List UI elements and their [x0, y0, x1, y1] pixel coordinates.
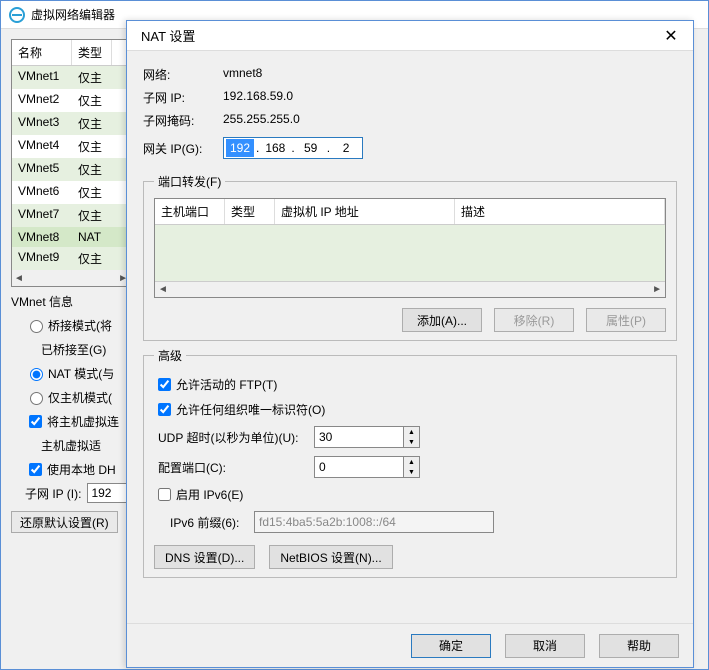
- check-ipv6-label: 启用 IPv6(E): [176, 486, 243, 503]
- check-active-ftp[interactable]: [158, 378, 171, 391]
- udp-timeout-input[interactable]: [314, 426, 404, 448]
- cancel-button[interactable]: 取消: [505, 634, 585, 658]
- gateway-oct-4[interactable]: [332, 139, 360, 157]
- port-forwarding-legend: 端口转发(F): [154, 173, 225, 190]
- scroll-right-icon[interactable]: ►: [652, 284, 662, 295]
- table-row[interactable]: VMnet5仅主: [12, 158, 130, 181]
- bridged-to-label: 已桥接至(G): [41, 341, 106, 358]
- port-forwarding-body[interactable]: [155, 225, 665, 283]
- port-forwarding-table[interactable]: 主机端口 类型 虚拟机 IP 地址 描述 ◄ ►: [154, 198, 666, 298]
- network-label: 网络:: [143, 66, 223, 83]
- dialog-titlebar: NAT 设置 ✕: [127, 21, 693, 51]
- col-name[interactable]: 名称: [12, 40, 72, 65]
- parent-title: 虚拟网络编辑器: [31, 6, 115, 23]
- ipv6-prefix-input[interactable]: [254, 511, 494, 533]
- vmnet-table-hscroll[interactable]: ◄ ►: [12, 270, 130, 286]
- help-button[interactable]: 帮助: [599, 634, 679, 658]
- config-port-label: 配置端口(C):: [154, 459, 314, 476]
- subnet-mask-value: 255.255.255.0: [223, 112, 300, 129]
- advanced-group: 高级 允许活动的 FTP(T) 允许任何组织唯一标识符(O) UDP 超时(以秒…: [143, 347, 677, 578]
- dialog-title: NAT 设置: [141, 26, 195, 45]
- table-row[interactable]: VMnet3仅主: [12, 112, 130, 135]
- network-value: vmnet8: [223, 66, 262, 83]
- col-type[interactable]: 类型: [72, 40, 112, 65]
- table-row[interactable]: VMnet8NAT: [12, 227, 130, 247]
- close-icon[interactable]: ✕: [659, 24, 683, 48]
- pf-add-button[interactable]: 添加(A)...: [402, 308, 482, 332]
- spin-down-icon[interactable]: ▼: [404, 437, 419, 447]
- nat-settings-dialog: NAT 设置 ✕ 网络:vmnet8 子网 IP:192.168.59.0 子网…: [126, 20, 694, 668]
- pf-col-desc[interactable]: 描述: [455, 199, 665, 224]
- scroll-left-icon[interactable]: ◄: [14, 273, 24, 284]
- app-icon: [9, 7, 25, 23]
- gateway-ip-label: 网关 IP(G):: [143, 140, 223, 157]
- check-dhcp[interactable]: [29, 463, 42, 476]
- pf-properties-button[interactable]: 属性(P): [586, 308, 666, 332]
- ipv6-prefix-label: IPv6 前缀(6):: [154, 514, 254, 531]
- subnet-ip-label: 子网 IP:: [143, 89, 223, 106]
- radio-hostonly[interactable]: [30, 392, 43, 405]
- config-port-input[interactable]: [314, 456, 404, 478]
- gateway-oct-1[interactable]: [226, 139, 254, 157]
- pf-col-hostport[interactable]: 主机端口: [155, 199, 225, 224]
- check-ipv6[interactable]: [158, 488, 171, 501]
- pf-col-type[interactable]: 类型: [225, 199, 275, 224]
- netbios-settings-button[interactable]: NetBIOS 设置(N)...: [269, 545, 392, 569]
- gateway-ip-input[interactable]: . . .: [223, 137, 363, 159]
- vmnet-table[interactable]: 名称 类型 VMnet1仅主VMnet2仅主VMnet3仅主VMnet4仅主VM…: [11, 39, 131, 287]
- subnet-mask-label: 子网掩码:: [143, 112, 223, 129]
- table-row[interactable]: VMnet9仅主: [12, 247, 130, 270]
- table-row[interactable]: VMnet4仅主: [12, 135, 130, 158]
- check-active-ftp-label: 允许活动的 FTP(T): [176, 376, 277, 393]
- table-row[interactable]: VMnet6仅主: [12, 181, 130, 204]
- subnet-ip-label: 子网 IP (I):: [25, 485, 81, 502]
- dialog-footer: 确定 取消 帮助: [127, 623, 693, 667]
- gateway-oct-3[interactable]: [297, 139, 325, 157]
- radio-hostonly-label: 仅主机模式(: [48, 389, 112, 406]
- advanced-legend: 高级: [154, 347, 186, 364]
- radio-bridge-label: 桥接模式(将: [48, 317, 112, 334]
- port-forwarding-group: 端口转发(F) 主机端口 类型 虚拟机 IP 地址 描述 ◄ ► 添加(A)..…: [143, 173, 677, 341]
- restore-defaults-button[interactable]: 还原默认设置(R): [11, 511, 118, 533]
- spin-up-icon[interactable]: ▲: [404, 427, 419, 437]
- table-row[interactable]: VMnet1仅主: [12, 66, 130, 89]
- gateway-oct-2[interactable]: [261, 139, 289, 157]
- ok-button[interactable]: 确定: [411, 634, 491, 658]
- radio-nat[interactable]: [30, 368, 43, 381]
- spin-down-icon[interactable]: ▼: [404, 467, 419, 477]
- radio-bridge[interactable]: [30, 320, 43, 333]
- table-row[interactable]: VMnet7仅主: [12, 204, 130, 227]
- radio-nat-label: NAT 模式(与: [48, 365, 114, 382]
- check-connect-host[interactable]: [29, 415, 42, 428]
- pf-hscroll[interactable]: ◄ ►: [155, 281, 665, 297]
- dns-settings-button[interactable]: DNS 设置(D)...: [154, 545, 255, 569]
- host-adapter-label: 主机虚拟适: [41, 437, 101, 454]
- check-any-oui-label: 允许任何组织唯一标识符(O): [176, 401, 325, 418]
- check-dhcp-label: 使用本地 DH: [47, 461, 116, 478]
- subnet-ip-value: 192.168.59.0: [223, 89, 293, 106]
- check-connect-host-label: 将主机虚拟连: [47, 413, 119, 430]
- check-any-oui[interactable]: [158, 403, 171, 416]
- vmnet-table-header: 名称 类型: [12, 40, 130, 66]
- scroll-left-icon[interactable]: ◄: [158, 284, 168, 295]
- pf-remove-button[interactable]: 移除(R): [494, 308, 574, 332]
- table-row[interactable]: VMnet2仅主: [12, 89, 130, 112]
- udp-timeout-label: UDP 超时(以秒为单位)(U):: [154, 429, 314, 446]
- pf-col-vmip[interactable]: 虚拟机 IP 地址: [275, 199, 455, 224]
- spin-up-icon[interactable]: ▲: [404, 457, 419, 467]
